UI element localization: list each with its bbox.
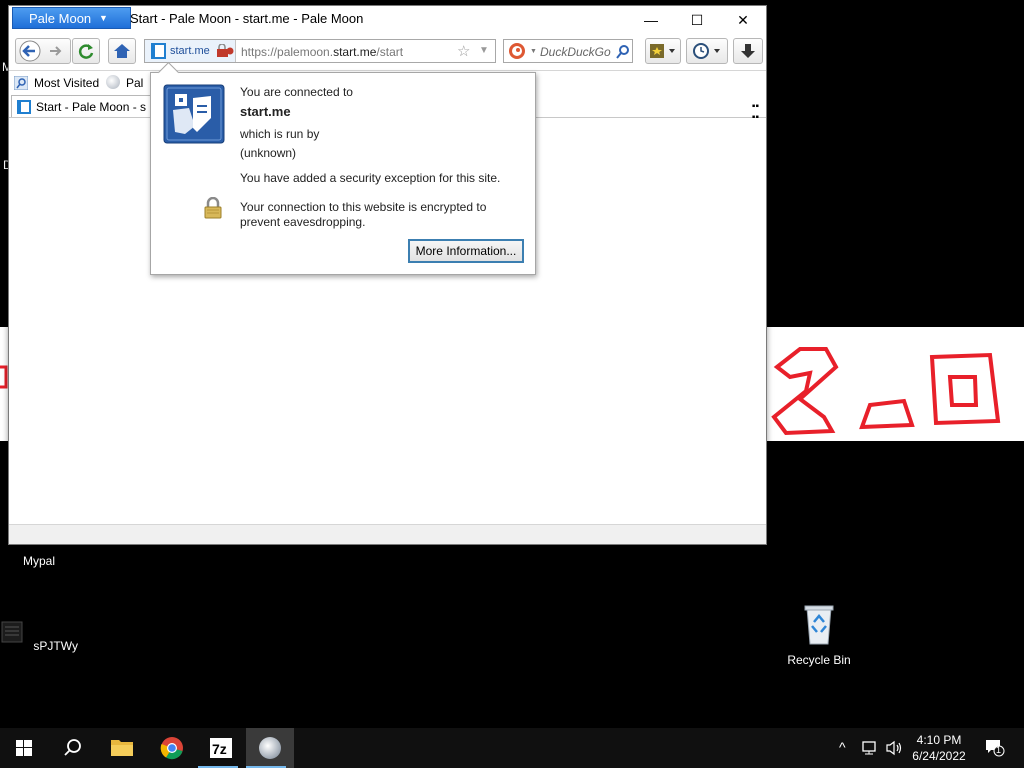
more-information-button[interactable]: More Information... bbox=[408, 239, 524, 263]
taskbar-7zip[interactable]: 7z bbox=[198, 728, 246, 768]
clock-date: 6/24/2022 bbox=[912, 749, 966, 763]
app-menu-label: Pale Moon bbox=[29, 11, 92, 26]
action-center-button[interactable]: 1 bbox=[984, 738, 1006, 758]
file-icon bbox=[1, 621, 23, 643]
search-input[interactable]: DuckDuckGo bbox=[540, 45, 611, 59]
taskbar: 7z ^ 4:10 PM 6/24/2022 1 bbox=[0, 728, 1024, 768]
url-dropdown-icon[interactable]: ▼ bbox=[479, 45, 489, 56]
recycle-bin-icon bbox=[804, 605, 834, 645]
volume-icon[interactable] bbox=[885, 740, 903, 756]
window-title: Start - Pale Moon - start.me - Pale Moon bbox=[130, 11, 364, 26]
site-identity-verified-icon bbox=[163, 84, 225, 144]
desktop-icon-spjtwy[interactable]: sPJTWy bbox=[0, 620, 79, 653]
pale-moon-bookmark-icon bbox=[106, 75, 120, 89]
clock[interactable]: 4:10 PM 6/24/2022 bbox=[903, 732, 975, 764]
clock-time: 4:10 PM bbox=[916, 733, 962, 747]
search-icon[interactable] bbox=[615, 44, 631, 60]
browser-window: Pale Moon ▼ Start - Pale Moon - start.me… bbox=[8, 5, 767, 545]
tab-start[interactable]: Start - Pale Moon - s bbox=[11, 95, 151, 117]
bookmark-pale-moon[interactable]: Pal bbox=[126, 76, 143, 90]
bookmarks-icon bbox=[650, 44, 675, 58]
desktop-icon-label: sPJTWy bbox=[33, 639, 78, 653]
show-hidden-icons-button[interactable]: ^ bbox=[839, 739, 846, 755]
popup-security-exception: You have added a security exception for … bbox=[240, 171, 501, 185]
taskbar-file-explorer[interactable] bbox=[98, 728, 146, 768]
chevron-down-icon: ▼ bbox=[99, 13, 108, 23]
7zip-icon: 7z bbox=[210, 738, 232, 758]
history-button[interactable] bbox=[686, 38, 728, 64]
taskbar-chrome[interactable] bbox=[148, 728, 196, 768]
home-icon bbox=[114, 44, 130, 58]
reload-icon bbox=[78, 44, 94, 59]
url-path: /start bbox=[376, 45, 404, 59]
back-forward-icons bbox=[19, 40, 62, 62]
title-bar[interactable]: Pale Moon ▼ Start - Pale Moon - start.me… bbox=[9, 6, 766, 34]
desktop-icon-recycle-bin[interactable]: Recycle Bin bbox=[779, 602, 859, 667]
identity-popup: You are connected to start.me which is r… bbox=[150, 72, 536, 275]
taskbar-pale-moon[interactable] bbox=[246, 728, 294, 768]
notification-icon bbox=[986, 740, 1005, 757]
search-engine-dropdown-icon[interactable]: ▼ bbox=[530, 48, 537, 55]
bookmark-most-visited[interactable]: Most Visited bbox=[34, 76, 99, 90]
windows-logo-icon bbox=[16, 740, 32, 756]
bookmarks-menu-button[interactable] bbox=[645, 38, 681, 64]
chrome-icon bbox=[160, 737, 183, 760]
pale-moon-icon bbox=[259, 737, 281, 759]
back-forward-group bbox=[15, 38, 71, 64]
url-host: start.me bbox=[333, 45, 377, 59]
popup-connected-label: You are connected to bbox=[240, 85, 353, 99]
network-icon[interactable] bbox=[862, 740, 880, 756]
popup-run-by-label: which is run by bbox=[240, 127, 320, 141]
navigation-toolbar: start.me https://palemoon.start.me/start… bbox=[9, 34, 766, 71]
lock-icon bbox=[204, 197, 222, 219]
notification-count: 1 bbox=[996, 745, 1002, 755]
minimize-button[interactable]: — bbox=[628, 6, 674, 34]
site-identity-label: start.me bbox=[170, 45, 210, 57]
history-clock-icon bbox=[693, 43, 720, 59]
maximize-button[interactable]: ☐ bbox=[674, 6, 720, 34]
desktop-icon-label: Mypal bbox=[22, 554, 55, 568]
duckduckgo-icon[interactable] bbox=[507, 40, 529, 62]
site-favicon-icon bbox=[151, 43, 166, 59]
home-button[interactable] bbox=[108, 38, 136, 64]
popup-encrypted-line-2: prevent eavesdropping. bbox=[240, 215, 366, 229]
bookmark-star-icon[interactable]: ☆ bbox=[457, 42, 470, 60]
most-visited-icon bbox=[14, 76, 28, 90]
close-button[interactable]: ✕ bbox=[720, 6, 766, 34]
tab-label: Start - Pale Moon - s bbox=[36, 100, 147, 114]
svg-text:7z: 7z bbox=[212, 741, 227, 757]
desktop-icon-label: Recycle Bin bbox=[787, 653, 851, 667]
taskbar-search-button[interactable] bbox=[48, 728, 96, 768]
folder-icon bbox=[111, 740, 133, 756]
start-button[interactable] bbox=[0, 728, 48, 768]
downloads-button[interactable] bbox=[733, 38, 763, 64]
search-icon bbox=[64, 739, 81, 756]
url-text: https://palemoon.start.me/start bbox=[241, 45, 403, 59]
status-bar bbox=[9, 524, 766, 544]
url-prefix: https://palemoon. bbox=[241, 45, 334, 59]
popup-site-name: start.me bbox=[240, 104, 291, 119]
broken-lock-icon bbox=[217, 44, 234, 57]
tab-favicon-icon bbox=[17, 100, 31, 114]
app-menu-button[interactable]: Pale Moon ▼ bbox=[12, 7, 131, 29]
reload-button[interactable] bbox=[72, 38, 100, 64]
popup-owner: (unknown) bbox=[240, 146, 297, 160]
download-arrow-icon bbox=[741, 44, 755, 58]
popup-encrypted-line-1: Your connection to this website is encry… bbox=[240, 200, 487, 214]
site-identity-button[interactable]: start.me bbox=[145, 40, 236, 62]
url-bar[interactable]: start.me https://palemoon.start.me/start… bbox=[144, 39, 496, 63]
search-bar[interactable]: ▼ DuckDuckGo bbox=[503, 39, 633, 63]
